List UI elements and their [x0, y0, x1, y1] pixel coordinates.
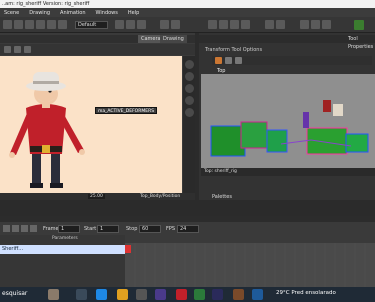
- opera-icon[interactable]: [176, 289, 187, 300]
- brush-preset-icon[interactable]: [354, 20, 364, 30]
- file-explorer-icon[interactable]: [117, 289, 128, 300]
- store-icon[interactable]: [136, 289, 147, 300]
- eraser-tool-icon[interactable]: [36, 20, 45, 29]
- select-tool-icon[interactable]: [3, 20, 12, 29]
- hand-tool-icon[interactable]: [185, 72, 194, 81]
- play-icon[interactable]: [300, 20, 309, 29]
- option-icon[interactable]: [235, 57, 242, 64]
- camera-status-bar: 25.00 Top_Body/Position: [0, 193, 195, 200]
- reset-view-icon[interactable]: [185, 60, 194, 69]
- zoom-icon[interactable]: [24, 46, 31, 53]
- tab-drawing[interactable]: Drawing: [160, 35, 187, 43]
- bone-icon[interactable]: [241, 20, 250, 29]
- fps-label: FPS: [166, 226, 176, 232]
- app-thumbnail-icon[interactable]: [48, 289, 59, 300]
- edge-icon[interactable]: [96, 289, 107, 300]
- top-view-scene: [201, 74, 375, 168]
- parameters-header: Parameters: [52, 236, 78, 241]
- zoom-field[interactable]: 25.00: [88, 194, 105, 199]
- loop-icon[interactable]: [322, 20, 331, 29]
- view-icon[interactable]: [4, 46, 11, 53]
- title-bar: ..am: rig_sheriff Version: rig_sheriff: [0, 0, 375, 8]
- layers-column: Parameters: [0, 235, 125, 287]
- peg-icon[interactable]: [219, 20, 228, 29]
- menu-scene[interactable]: Scene: [4, 10, 19, 16]
- rotate-view-icon[interactable]: [14, 46, 21, 53]
- play-button-icon[interactable]: [21, 225, 28, 232]
- menu-windows[interactable]: Windows: [96, 10, 118, 16]
- first-frame-icon[interactable]: [3, 225, 10, 232]
- rotate-icon[interactable]: [185, 108, 194, 117]
- stop-label: Stop: [126, 226, 138, 232]
- prev-frame-icon[interactable]: [12, 225, 19, 232]
- transform-tool-icon[interactable]: [58, 20, 67, 29]
- start-label: Start: [84, 226, 97, 232]
- option-icon[interactable]: [215, 57, 222, 64]
- harmony-icon[interactable]: [212, 289, 223, 300]
- top-view-panel[interactable]: [201, 74, 375, 168]
- transform-options-title: Transform Tool Options: [205, 47, 263, 53]
- app-icon[interactable]: [252, 289, 263, 300]
- zoom-in-icon[interactable]: [185, 84, 194, 93]
- palettes-title: Palettes: [212, 194, 232, 200]
- frame-label: Frame: [43, 226, 59, 232]
- top-view-status-bar: Top: sheriff_rig: [201, 168, 375, 176]
- redo-icon[interactable]: [126, 20, 135, 29]
- tab-tool-properties[interactable]: Tool Properties: [348, 35, 375, 51]
- onion-skin-icon[interactable]: [160, 20, 169, 29]
- undo-icon[interactable]: [115, 20, 124, 29]
- transform-options-bar: [212, 56, 372, 65]
- paint-tool-icon[interactable]: [47, 20, 56, 29]
- fps-field[interactable]: 24: [177, 225, 199, 233]
- menu-bar: Scene Drawing Animation Windows Help: [0, 8, 375, 17]
- menu-drawing[interactable]: Drawing: [29, 10, 50, 16]
- light-table-icon[interactable]: [171, 20, 180, 29]
- start-field[interactable]: 1: [97, 225, 119, 233]
- app-icon[interactable]: [155, 289, 166, 300]
- brush-tool-icon[interactable]: [14, 20, 23, 29]
- view-mode-select[interactable]: Default: [75, 21, 108, 29]
- current-layer-label: Top_Body/Position: [140, 194, 181, 199]
- frames-area[interactable]: [125, 235, 375, 287]
- zoom-out-icon[interactable]: [185, 96, 194, 105]
- weather-widget[interactable]: 29°C Pred ensolarado: [276, 290, 336, 296]
- grid-icon[interactable]: [265, 20, 274, 29]
- stop-field[interactable]: 60: [139, 225, 161, 233]
- option-icon[interactable]: [225, 57, 232, 64]
- task-view-icon[interactable]: [76, 289, 87, 300]
- layer-row[interactable]: Sheriff...: [0, 245, 125, 254]
- top-view-layer-label: Top: sheriff_rig: [204, 169, 237, 174]
- snap-icon[interactable]: [276, 20, 285, 29]
- deformer-icon[interactable]: [208, 20, 217, 29]
- menu-help[interactable]: Help: [128, 10, 139, 16]
- app-icon[interactable]: [233, 289, 244, 300]
- spotify-icon[interactable]: [194, 289, 205, 300]
- camera-icon[interactable]: [230, 20, 239, 29]
- frame-grid: [125, 235, 375, 287]
- stop-icon[interactable]: [311, 20, 320, 29]
- drawing-canvas[interactable]: [0, 56, 182, 193]
- next-frame-icon[interactable]: [30, 225, 37, 232]
- frame-field[interactable]: 1: [58, 225, 80, 233]
- deformer-tag: ma_ACTIVE_DEFORMERS: [95, 107, 158, 114]
- camera-view-toolbar: [0, 44, 195, 55]
- pencil-tool-icon[interactable]: [25, 20, 34, 29]
- save-icon[interactable]: [137, 20, 146, 29]
- taskbar-search[interactable]: esquisar: [2, 290, 27, 297]
- toolbar: [0, 17, 375, 33]
- sheriff-character: [9, 72, 85, 188]
- menu-animation[interactable]: Animation: [60, 10, 86, 16]
